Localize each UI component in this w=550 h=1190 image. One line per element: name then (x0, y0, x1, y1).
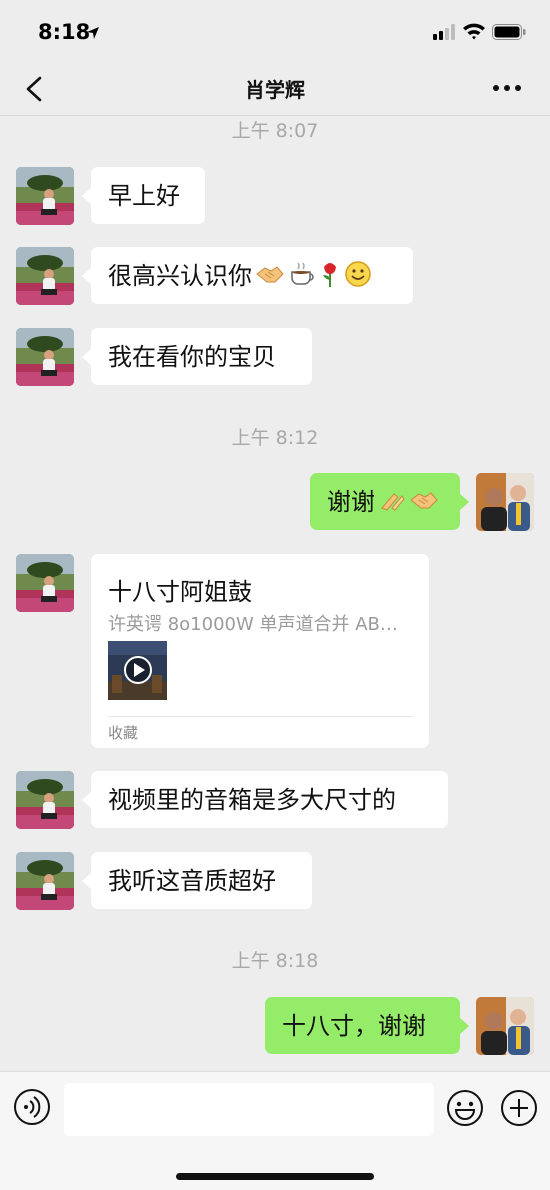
voice-icon[interactable] (13, 1088, 51, 1130)
contact-avatar[interactable] (16, 328, 74, 386)
message-bubble[interactable]: 早上好 (91, 167, 205, 224)
bubble-tail (82, 792, 91, 808)
chat-area[interactable]: 上午 8:07 早上好 很高兴认识你 我在看你的宝贝 上午 8:12 谢谢 十八… (0, 116, 550, 1071)
bubble-tail (82, 349, 91, 365)
timestamp: 上午 8:18 (231, 950, 319, 972)
card-title: 十八寸阿姐鼓 (108, 578, 252, 606)
input-bar (0, 1071, 550, 1190)
timestamp: 上午 8:07 (231, 120, 319, 142)
message-bubble[interactable]: 谢谢 (310, 473, 460, 530)
message-text: 十八寸，谢谢 (282, 1011, 426, 1040)
bubble-tail (460, 494, 469, 510)
video-thumbnail[interactable] (108, 641, 167, 700)
handshake-icon (409, 488, 439, 516)
smile-icon (344, 260, 372, 292)
message-bubble[interactable]: 十八寸，谢谢 (265, 997, 460, 1054)
message-text: 谢谢 (327, 487, 375, 516)
bubble-tail (82, 188, 91, 204)
coffee-icon (288, 261, 316, 291)
handshake-icon (255, 262, 285, 290)
message-text: 我在看你的宝贝 (108, 342, 276, 371)
contact-avatar[interactable] (16, 771, 74, 829)
clap-icon (378, 488, 406, 516)
contact-avatar[interactable] (16, 247, 74, 305)
message-bubble[interactable]: 很高兴认识你 (91, 247, 413, 304)
message-bubble[interactable]: 我听这音质超好 (91, 852, 312, 909)
location-arrow-icon (86, 25, 100, 44)
message-text: 视频里的音箱是多大尺寸的 (108, 785, 396, 814)
emoji-icon[interactable] (446, 1089, 484, 1131)
message-input[interactable] (64, 1083, 434, 1136)
nav-bar: 肖学辉 (0, 62, 550, 116)
status-bar: 8:18 (0, 0, 550, 62)
message-text: 我听这音质超好 (108, 866, 276, 895)
rose-icon (319, 260, 341, 292)
more-icon[interactable] (490, 76, 524, 100)
message-text: 早上好 (108, 181, 180, 210)
shared-video-card[interactable]: 十八寸阿姐鼓 许英谔 8o1000W 单声道合并 AB… 收藏 (91, 554, 429, 748)
wifi-icon (462, 22, 486, 44)
contact-avatar[interactable] (16, 167, 74, 225)
message-text: 很高兴认识你 (108, 261, 252, 290)
message-bubble[interactable]: 视频里的音箱是多大尺寸的 (91, 771, 448, 828)
card-description: 许英谔 8o1000W 单声道合并 AB… (108, 614, 398, 635)
bubble-tail (82, 873, 91, 889)
bubble-tail (460, 1018, 469, 1034)
contact-avatar[interactable] (16, 554, 74, 612)
status-time: 8:18 (38, 20, 91, 44)
chat-title: 肖学辉 (245, 78, 305, 102)
message-bubble[interactable]: 我在看你的宝贝 (91, 328, 312, 385)
card-footer: 收藏 (108, 724, 139, 742)
user-avatar[interactable] (476, 997, 534, 1055)
user-avatar[interactable] (476, 473, 534, 531)
plus-icon[interactable] (500, 1089, 538, 1131)
home-indicator[interactable] (176, 1173, 374, 1180)
divider (108, 716, 413, 717)
contact-avatar[interactable] (16, 852, 74, 910)
bubble-tail (82, 268, 91, 284)
battery-icon (492, 24, 526, 44)
signal-icon (433, 24, 455, 44)
timestamp: 上午 8:12 (231, 427, 319, 449)
